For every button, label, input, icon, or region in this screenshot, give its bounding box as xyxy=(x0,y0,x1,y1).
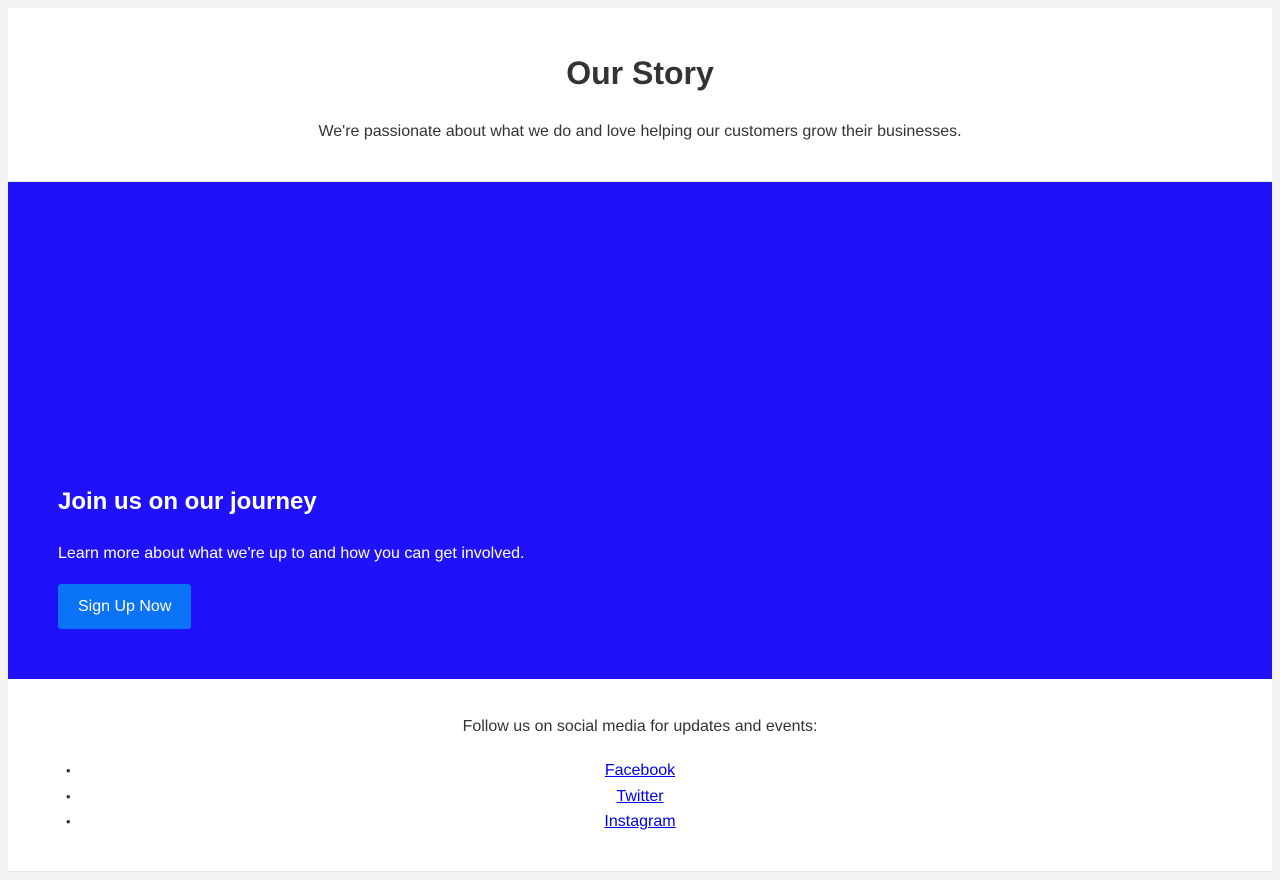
page-title: Our Story xyxy=(566,55,714,91)
social-intro: Follow us on social media for updates an… xyxy=(462,718,818,735)
hero-banner: Join us on our journey Learn more about … xyxy=(8,182,1272,679)
hero-heading: Join us on our journey xyxy=(58,488,317,515)
social-links-list: • Facebook • Twitter • Instagram xyxy=(8,758,1272,835)
hero-text: Learn more about what we're up to and ho… xyxy=(58,545,525,562)
hero-content: Join us on our journey Learn more about … xyxy=(58,488,524,629)
list-item: • Instagram xyxy=(8,809,1272,835)
instagram-link[interactable]: Instagram xyxy=(604,813,675,830)
sign-up-button[interactable]: Sign Up Now xyxy=(58,584,192,629)
bullet-icon: • xyxy=(66,814,71,829)
facebook-link[interactable]: Facebook xyxy=(605,762,675,779)
list-item: • Facebook xyxy=(8,758,1272,784)
story-header: Our Story We're passionate about what we… xyxy=(8,8,1272,182)
page-container: Our Story We're passionate about what we… xyxy=(8,8,1272,872)
social-footer: Follow us on social media for updates an… xyxy=(8,679,1272,835)
page-tagline: We're passionate about what we do and lo… xyxy=(318,123,962,140)
list-item: • Twitter xyxy=(8,784,1272,810)
twitter-link[interactable]: Twitter xyxy=(616,788,663,805)
bullet-icon: • xyxy=(66,763,71,778)
bullet-icon: • xyxy=(66,788,71,804)
